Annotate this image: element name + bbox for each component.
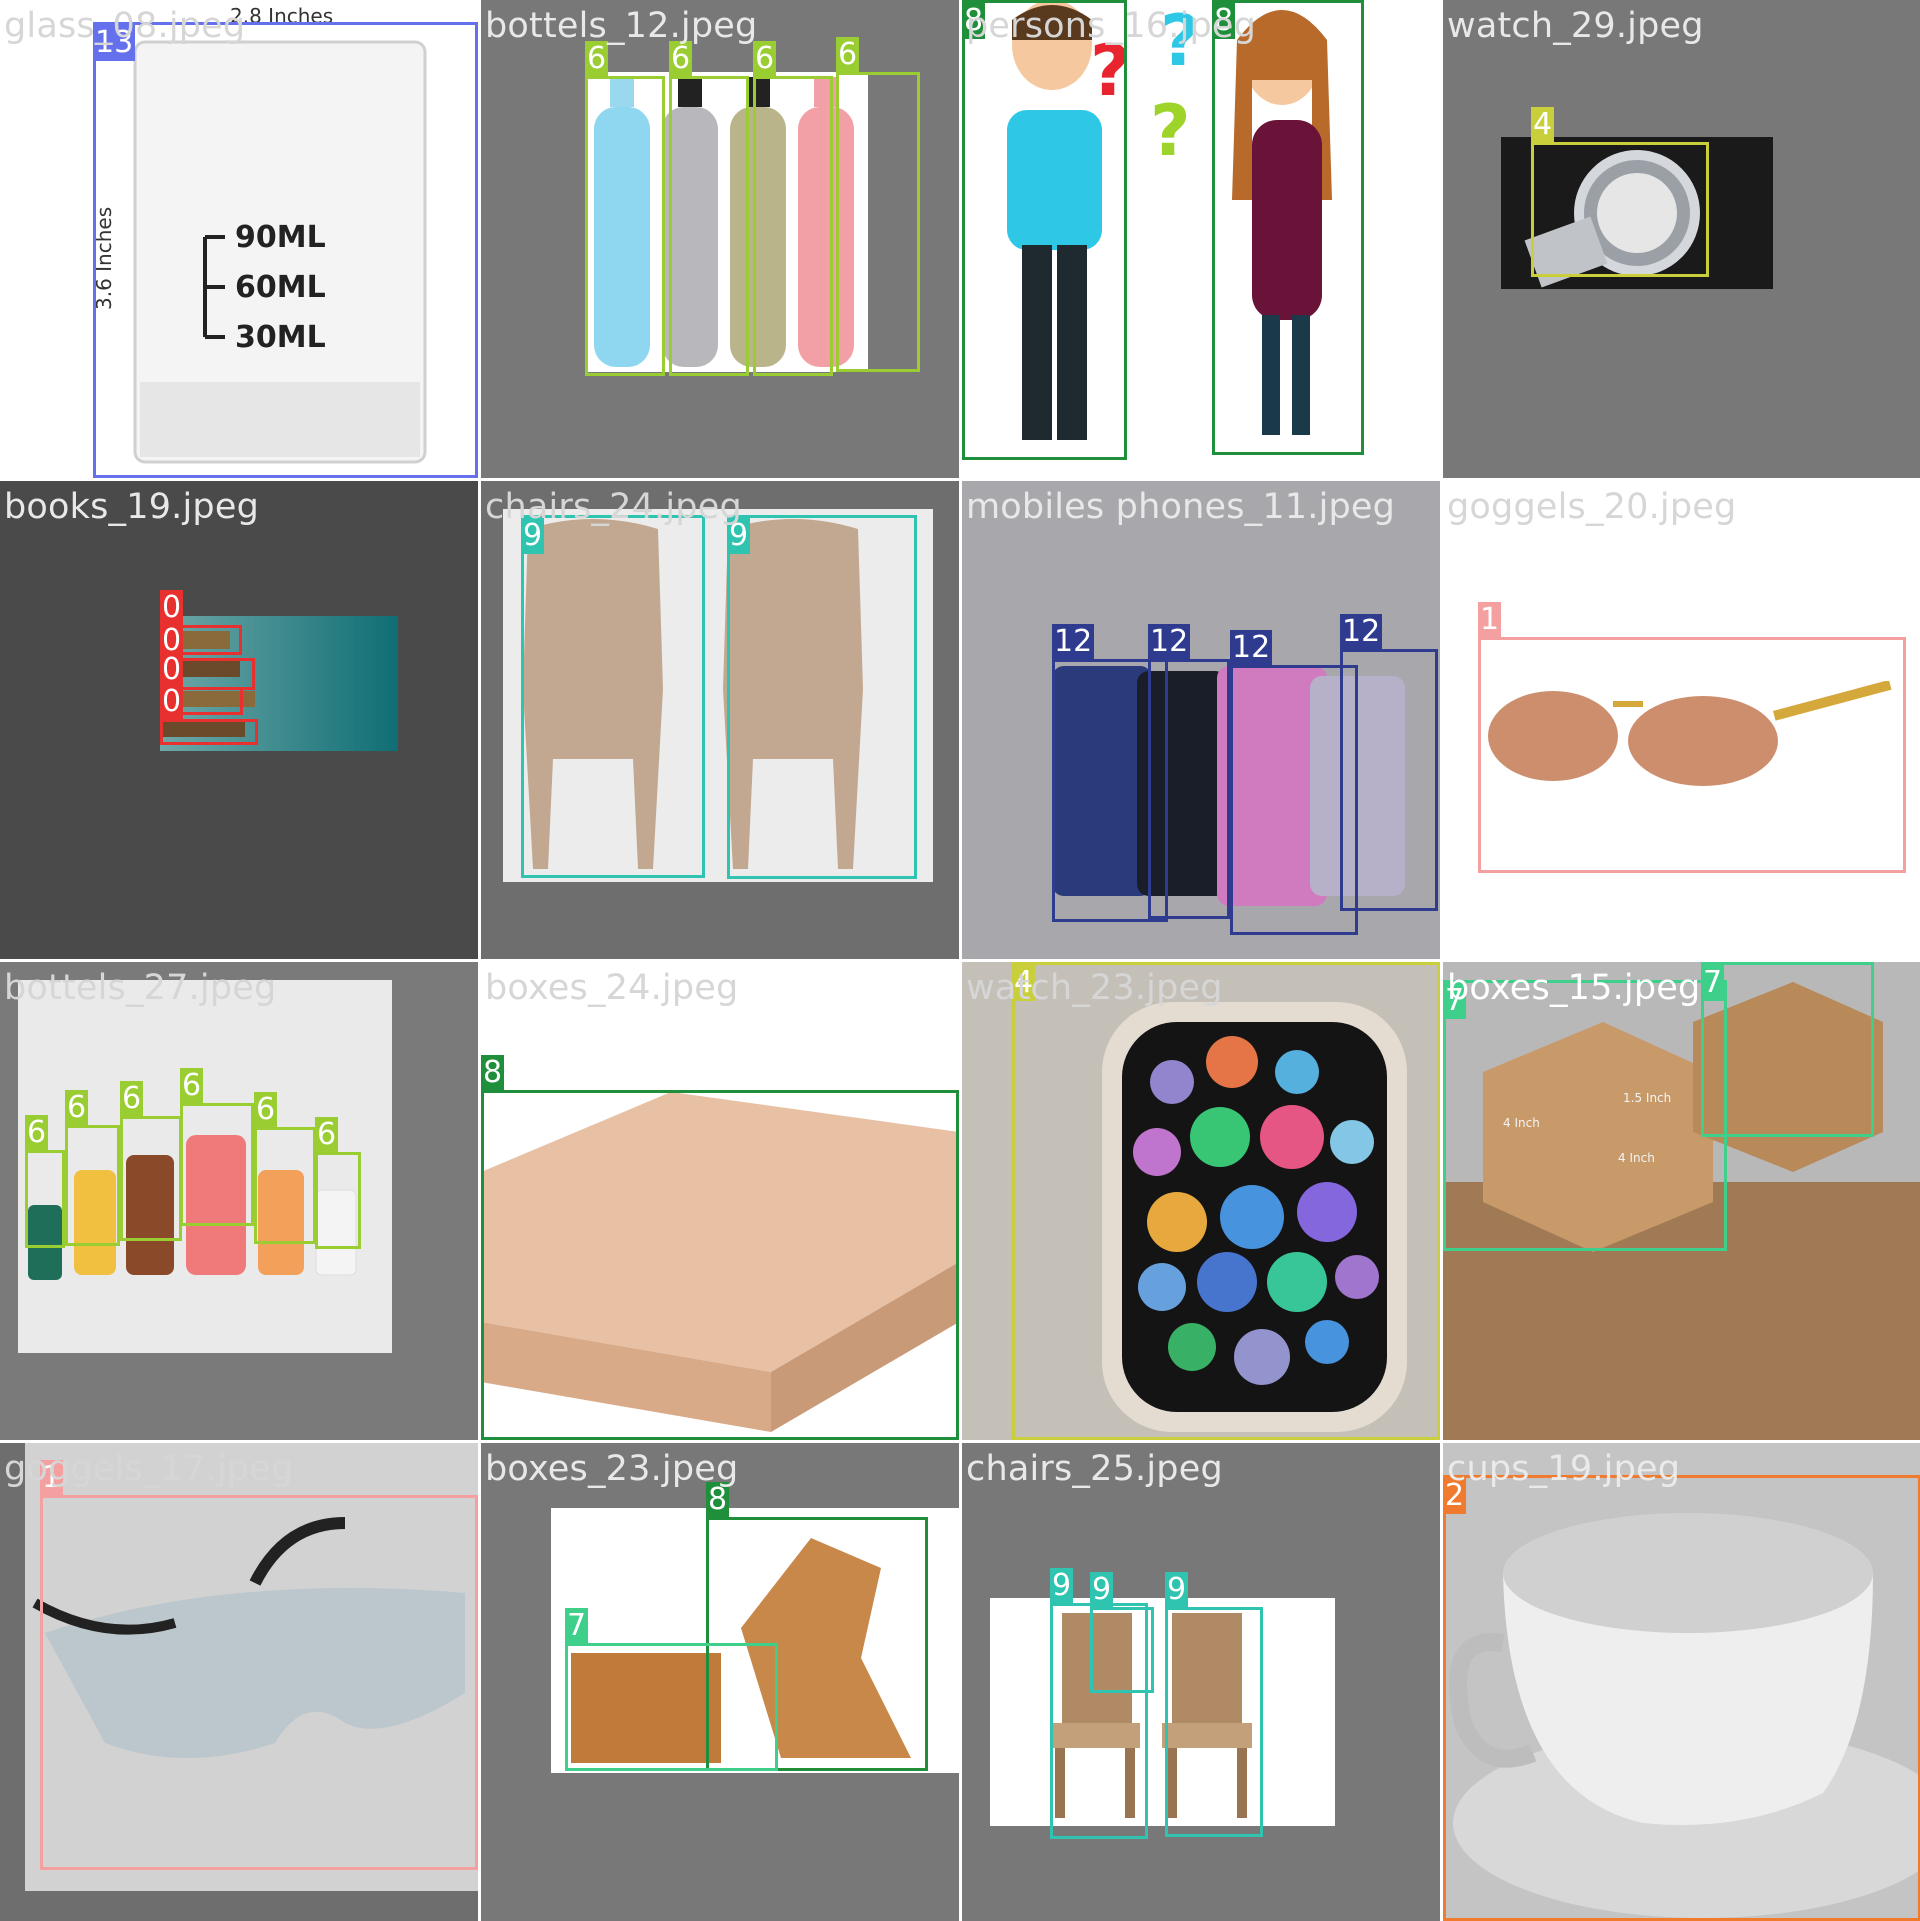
tile-filename: chairs_24.jpeg [485,487,742,527]
detection-box: 6 [585,41,665,376]
tile-filename: boxes_23.jpeg [485,1449,739,1489]
tile-watch-23: watch_23.jpeg 4 [962,962,1440,1440]
tile-goggels-17: goggels_17.jpeg 1 [0,1443,478,1921]
detection-box: 4 [1012,962,1440,1440]
detection-label: 4 [1531,107,1555,143]
detection-box: 0 [160,684,258,745]
tile-chairs-24: chairs_24.jpeg 99 [481,481,959,959]
tile-cups: cups_19.jpeg 2 [1443,1443,1920,1921]
detection-label: 12 [1052,624,1095,660]
detection-label: 6 [180,1068,204,1104]
detection-label: 7 [565,1608,589,1644]
tile-filename: bottels_27.jpeg [4,968,277,1008]
detection-box: 1 [40,1460,478,1870]
tile-filename: watch_23.jpeg [966,968,1223,1008]
detection-box: 12 [1148,624,1230,919]
detection-label: 6 [254,1092,278,1128]
tile-chairs-25: chairs_25.jpeg 999 [962,1443,1440,1921]
tile-books: books_19.jpeg 0000 [0,481,478,959]
detection-label: 12 [1230,630,1273,666]
detection-label: 1 [1478,602,1502,638]
detection-label: 6 [836,37,860,73]
detection-label: 9 [1050,1568,1074,1604]
grid-divider [0,478,1920,481]
detection-label: 12 [1340,614,1383,650]
detection-box: 9 [521,515,705,878]
detection-box: 9 [1165,1572,1263,1837]
detection-box: 6 [120,1081,182,1241]
tile-filename: chairs_25.jpeg [966,1449,1223,1489]
detection-box: 9 [727,515,917,879]
detection-box: 6 [669,41,749,376]
detection-box: 8 [962,0,1127,460]
detection-box: 9 [1090,1572,1154,1693]
detection-label: 9 [1165,1572,1189,1608]
detection-label: 0 [160,590,184,626]
detection-label: 6 [120,1081,144,1117]
tile-filename: boxes_15.jpeg [1447,968,1701,1008]
tile-filename: glass_08.jpeg [4,6,246,46]
wooden-chairs-image [990,1598,1335,1826]
tile-boxes-24: boxes_24.jpeg 8 [481,962,959,1440]
tile-goggels-20: goggels_20.jpeg 1 [1443,481,1920,959]
detection-label: 6 [585,41,609,77]
tile-boxes-15: 4 Inch 4 Inch 1.5 Inch boxes_15.jpeg 77 [1443,962,1920,1440]
tile-filename: mobiles phones_11.jpeg [966,487,1396,527]
detection-label: 7 [1701,965,1725,1001]
tile-boxes-23: boxes_23.jpeg 87 [481,1443,959,1921]
tile-filename: goggels_17.jpeg [4,1449,294,1489]
tile-persons: ? ? ? persons_16.jpeg 88 [962,0,1440,478]
tile-bottels-12: bottels_12.jpeg 6 6 6 6 [481,0,959,478]
detection-box: 2 [1443,1475,1920,1921]
detection-box: 4 [1531,107,1709,277]
tile-watch-29: watch_29.jpeg 4 [1443,0,1920,478]
detection-box: 12 [1230,630,1358,935]
detection-grid: 90ML 60ML 30ML 2.8 Inches 3.6 Inches gla… [0,0,1920,1921]
detection-label: 6 [315,1117,339,1153]
detection-label: 6 [669,41,693,77]
detection-label: 6 [753,41,777,77]
detection-box: 6 [836,37,920,372]
detection-box: 6 [753,41,833,376]
tile-filename: goggels_20.jpeg [1447,487,1737,527]
detection-box: 6 [65,1090,120,1246]
detection-box: 7 [565,1608,778,1771]
detection-label: 6 [25,1115,49,1151]
detection-label: 8 [481,1055,505,1091]
detection-box: 6 [25,1115,65,1248]
tile-filename: boxes_24.jpeg [485,968,739,1008]
tile-filename: bottels_12.jpeg [485,6,758,46]
detection-box: 6 [254,1092,316,1244]
detection-label: 6 [65,1090,89,1126]
detection-box: 7 [1701,962,1874,1137]
detection-box: 12 [1340,614,1438,911]
detection-label: 12 [1148,624,1191,660]
detection-box: 6 [315,1117,361,1249]
detection-label: 0 [160,684,184,720]
detection-box: 7 [1443,980,1727,1251]
detection-box: 1 [1478,602,1906,873]
detection-label: 9 [1090,1572,1114,1608]
detection-box: 6 [180,1068,254,1226]
detection-box: 13 [93,22,478,478]
tile-mobiles: mobiles phones_11.jpeg 12 12 12 12 [962,481,1440,959]
tile-glass: 90ML 60ML 30ML 2.8 Inches 3.6 Inches gla… [0,0,478,478]
tile-bottels-27: bottels_27.jpeg 666666 [0,962,478,1440]
tile-filename: watch_29.jpeg [1447,6,1704,46]
detection-box: 8 [481,1055,959,1440]
tile-filename: cups_19.jpeg [1447,1449,1681,1489]
detection-box: 8 [1212,0,1364,455]
detection-label: 0 [160,652,184,688]
tile-filename: persons_16.jpeg [966,6,1257,46]
tile-filename: books_19.jpeg [4,487,259,527]
